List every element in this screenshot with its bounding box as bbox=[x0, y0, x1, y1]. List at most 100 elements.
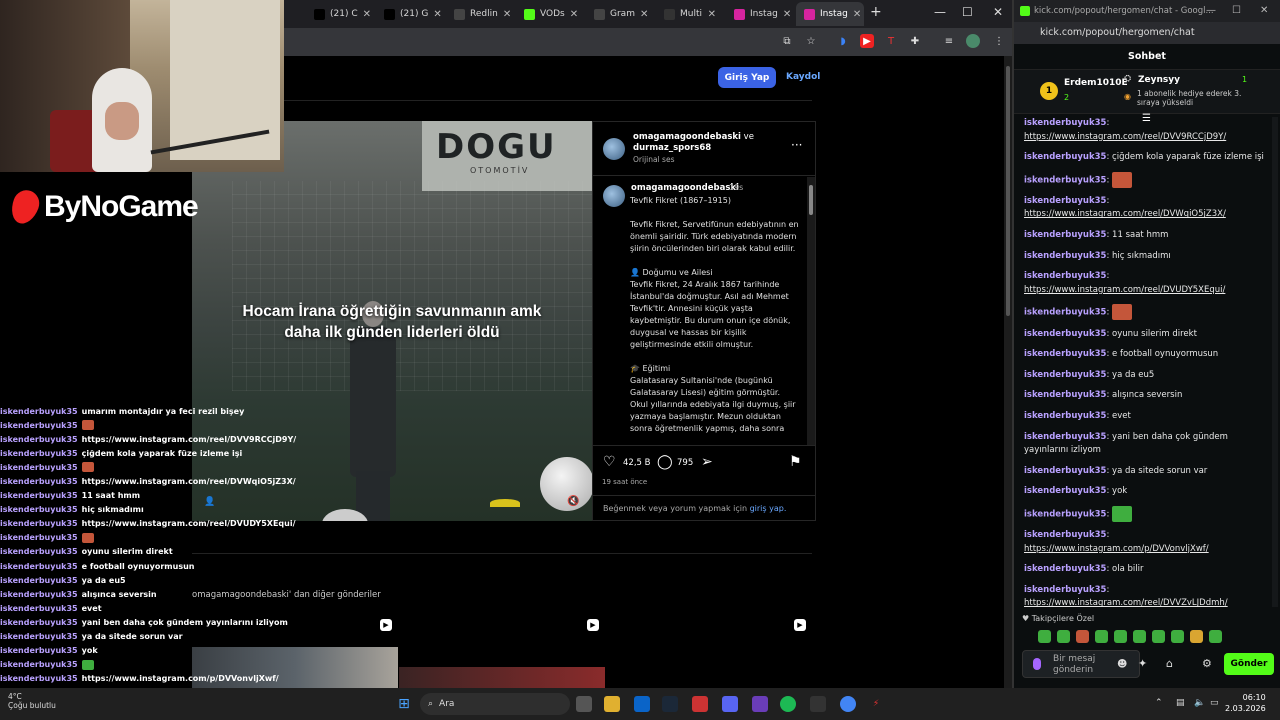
chat-scrollbar[interactable] bbox=[1272, 117, 1278, 607]
emote-icon[interactable] bbox=[1057, 630, 1070, 643]
tab-gram[interactable]: Gram ✕ bbox=[586, 2, 654, 26]
author-avatar[interactable] bbox=[603, 138, 625, 160]
emote-icon[interactable] bbox=[1114, 630, 1127, 643]
tab-close-icon[interactable]: ✕ bbox=[570, 9, 578, 20]
tab-x[interactable]: (21) C ✕ bbox=[306, 2, 374, 26]
commenter-avatar[interactable] bbox=[603, 185, 625, 207]
save-icon[interactable]: ⚑ bbox=[789, 454, 802, 470]
mute-icon[interactable]: 🔇 bbox=[567, 496, 581, 510]
extension-youtube-icon[interactable]: ▶ bbox=[860, 34, 874, 48]
chat-message-row[interactable]: iskenderbuyuk35: ya da eu5 bbox=[1024, 369, 1269, 383]
chat-message-row[interactable]: iskenderbuyuk35: ya da sitede sorun var bbox=[1024, 465, 1269, 479]
chat-message-row[interactable]: iskenderbuyuk35: bbox=[1024, 304, 1269, 321]
media-queue-icon[interactable]: ≡ bbox=[942, 34, 956, 48]
volume-icon[interactable]: 🔈 bbox=[1194, 698, 1205, 708]
extensions-puzzle-icon[interactable]: ✚ bbox=[908, 34, 922, 48]
chat-username[interactable]: iskenderbuyuk35 bbox=[1024, 175, 1106, 185]
chat-username[interactable]: iskenderbuyuk35 bbox=[1024, 196, 1106, 206]
steam-icon[interactable] bbox=[662, 696, 678, 712]
chat-message-row[interactable]: iskenderbuyuk35: https://www.instagram.c… bbox=[1024, 529, 1269, 556]
outlook-icon[interactable] bbox=[634, 696, 650, 712]
epic-games-icon[interactable] bbox=[810, 696, 826, 712]
page-scrollbar[interactable] bbox=[1004, 56, 1012, 688]
tab-close-icon[interactable]: ✕ bbox=[708, 9, 716, 20]
tab-instagram[interactable]: Instag ✕ bbox=[796, 2, 864, 26]
minimize-icon[interactable]: — bbox=[1206, 5, 1216, 16]
chat-message-row[interactable]: iskenderbuyuk35: hiç sıkmadımı bbox=[1024, 250, 1269, 264]
tab-instagram[interactable]: Instag ✕ bbox=[726, 2, 794, 26]
tab-close-icon[interactable]: ✕ bbox=[433, 9, 441, 20]
emote-icon[interactable] bbox=[1152, 630, 1165, 643]
emote-icon[interactable] bbox=[1076, 630, 1089, 643]
start-icon[interactable]: ⊞ bbox=[396, 696, 412, 712]
like-icon[interactable]: ♡ bbox=[603, 454, 616, 470]
mic-icon[interactable] bbox=[1033, 658, 1041, 670]
chat-message-row[interactable]: iskenderbuyuk35: yani ben daha çok günde… bbox=[1024, 431, 1269, 458]
app-icon[interactable]: ⚡ bbox=[868, 696, 884, 712]
commands-icon[interactable]: ✦ bbox=[1138, 657, 1147, 670]
chat-message-row[interactable]: iskenderbuyuk35: https://www.instagram.c… bbox=[1024, 584, 1269, 607]
emote-icon[interactable] bbox=[1133, 630, 1146, 643]
chat-message-row[interactable]: iskenderbuyuk35: oyunu silerim direkt bbox=[1024, 328, 1269, 342]
signup-link[interactable]: Kaydol bbox=[786, 72, 820, 82]
chat-message-row[interactable]: iskenderbuyuk35: evet bbox=[1024, 410, 1269, 424]
caption-scrollbar[interactable] bbox=[807, 177, 815, 445]
send-button[interactable]: Gönder bbox=[1224, 653, 1274, 675]
chat-username[interactable]: iskenderbuyuk35 bbox=[1024, 530, 1106, 540]
emote-icon[interactable] bbox=[1209, 630, 1222, 643]
chat-username[interactable]: iskenderbuyuk35 bbox=[1024, 564, 1106, 574]
tray-chevron-icon[interactable]: ⌃ bbox=[1155, 698, 1163, 708]
gifter-name[interactable]: Zeynsyy bbox=[1138, 75, 1180, 85]
extension-translate-icon[interactable]: T bbox=[884, 34, 898, 48]
post-thumbnail[interactable]: ▶ bbox=[399, 615, 605, 688]
chat-username[interactable]: iskenderbuyuk35 bbox=[1024, 308, 1106, 318]
tab-multi[interactable]: Multi ✕ bbox=[656, 2, 724, 26]
popout-url[interactable]: kick.com/popout/hergomen/chat bbox=[1014, 22, 1280, 44]
cast-icon[interactable]: ⧉ bbox=[780, 34, 794, 48]
emote-icon[interactable] bbox=[1095, 630, 1108, 643]
chat-username[interactable]: iskenderbuyuk35 bbox=[1024, 118, 1106, 128]
profile-avatar[interactable] bbox=[966, 34, 980, 48]
chat-username[interactable]: iskenderbuyuk35 bbox=[1024, 271, 1106, 281]
chat-message-input[interactable]: Bir mesaj gönderin ☻ bbox=[1022, 650, 1140, 678]
tab-close-icon[interactable]: ✕ bbox=[853, 9, 861, 20]
extension-audio-icon[interactable]: ◗ bbox=[836, 34, 850, 48]
taskbar-search[interactable]: ⌕ Ara bbox=[420, 693, 570, 715]
emote-icon[interactable] bbox=[1171, 630, 1184, 643]
menu-dots-icon[interactable]: ⋮ bbox=[992, 34, 1006, 48]
chat-message-row[interactable]: iskenderbuyuk35: https://www.instagram.c… bbox=[1024, 270, 1269, 297]
chat-settings-icon[interactable]: ⚙ bbox=[1202, 657, 1212, 670]
chat-messages[interactable]: iskenderbuyuk35: https://www.instagram.c… bbox=[1024, 117, 1269, 607]
emote-icon[interactable] bbox=[1190, 630, 1203, 643]
chat-username[interactable]: iskenderbuyuk35 bbox=[1024, 152, 1106, 162]
spotify-icon[interactable] bbox=[780, 696, 796, 712]
chat-message-row[interactable]: iskenderbuyuk35: e football oynuyormusun bbox=[1024, 348, 1269, 362]
coauthor-link[interactable]: durmaz_spors68 bbox=[633, 143, 711, 153]
emoji-picker-icon[interactable]: ☻ bbox=[1117, 659, 1127, 670]
chat-username[interactable]: iskenderbuyuk35 bbox=[1024, 486, 1106, 496]
audio-label[interactable]: Orijinal ses bbox=[633, 155, 674, 164]
chat-message-row[interactable]: iskenderbuyuk35: bbox=[1024, 171, 1269, 188]
tab-close-icon[interactable]: ✕ bbox=[503, 9, 511, 20]
chat-message-row[interactable]: iskenderbuyuk35: çiğdem kola yaparak füz… bbox=[1024, 151, 1269, 165]
app-icon[interactable] bbox=[752, 696, 768, 712]
taskbar-clock[interactable]: 06:10 2.03.2026 bbox=[1225, 692, 1266, 714]
chat-username[interactable]: iskenderbuyuk35 bbox=[1024, 349, 1106, 359]
battery-icon[interactable]: ▭ bbox=[1210, 698, 1219, 708]
chat-username[interactable]: iskenderbuyuk35 bbox=[1024, 390, 1106, 400]
tray-app-icon[interactable]: ▤ bbox=[1176, 698, 1185, 708]
login-button[interactable]: Giriş Yap bbox=[718, 67, 776, 88]
caption-username[interactable]: omagamagoondebaski bbox=[631, 183, 739, 193]
chat-message-row[interactable]: iskenderbuyuk35: alışınca seversin bbox=[1024, 389, 1269, 403]
chat-username[interactable]: iskenderbuyuk35 bbox=[1024, 411, 1106, 421]
chat-username[interactable]: iskenderbuyuk35 bbox=[1024, 509, 1106, 519]
discord-icon[interactable] bbox=[722, 696, 738, 712]
chat-link[interactable]: https://www.instagram.com/reel/DVUDY5XEq… bbox=[1024, 285, 1225, 295]
file-explorer-icon[interactable] bbox=[604, 696, 620, 712]
gifter-name[interactable]: Erdem1010E bbox=[1064, 78, 1128, 88]
chat-message-row[interactable]: iskenderbuyuk35: https://www.instagram.c… bbox=[1024, 195, 1269, 222]
chat-username[interactable]: iskenderbuyuk35 bbox=[1024, 466, 1106, 476]
chat-username[interactable]: iskenderbuyuk35 bbox=[1024, 370, 1106, 380]
chat-message-row[interactable]: iskenderbuyuk35: yok bbox=[1024, 485, 1269, 499]
tab-close-icon[interactable]: ✕ bbox=[363, 9, 371, 20]
